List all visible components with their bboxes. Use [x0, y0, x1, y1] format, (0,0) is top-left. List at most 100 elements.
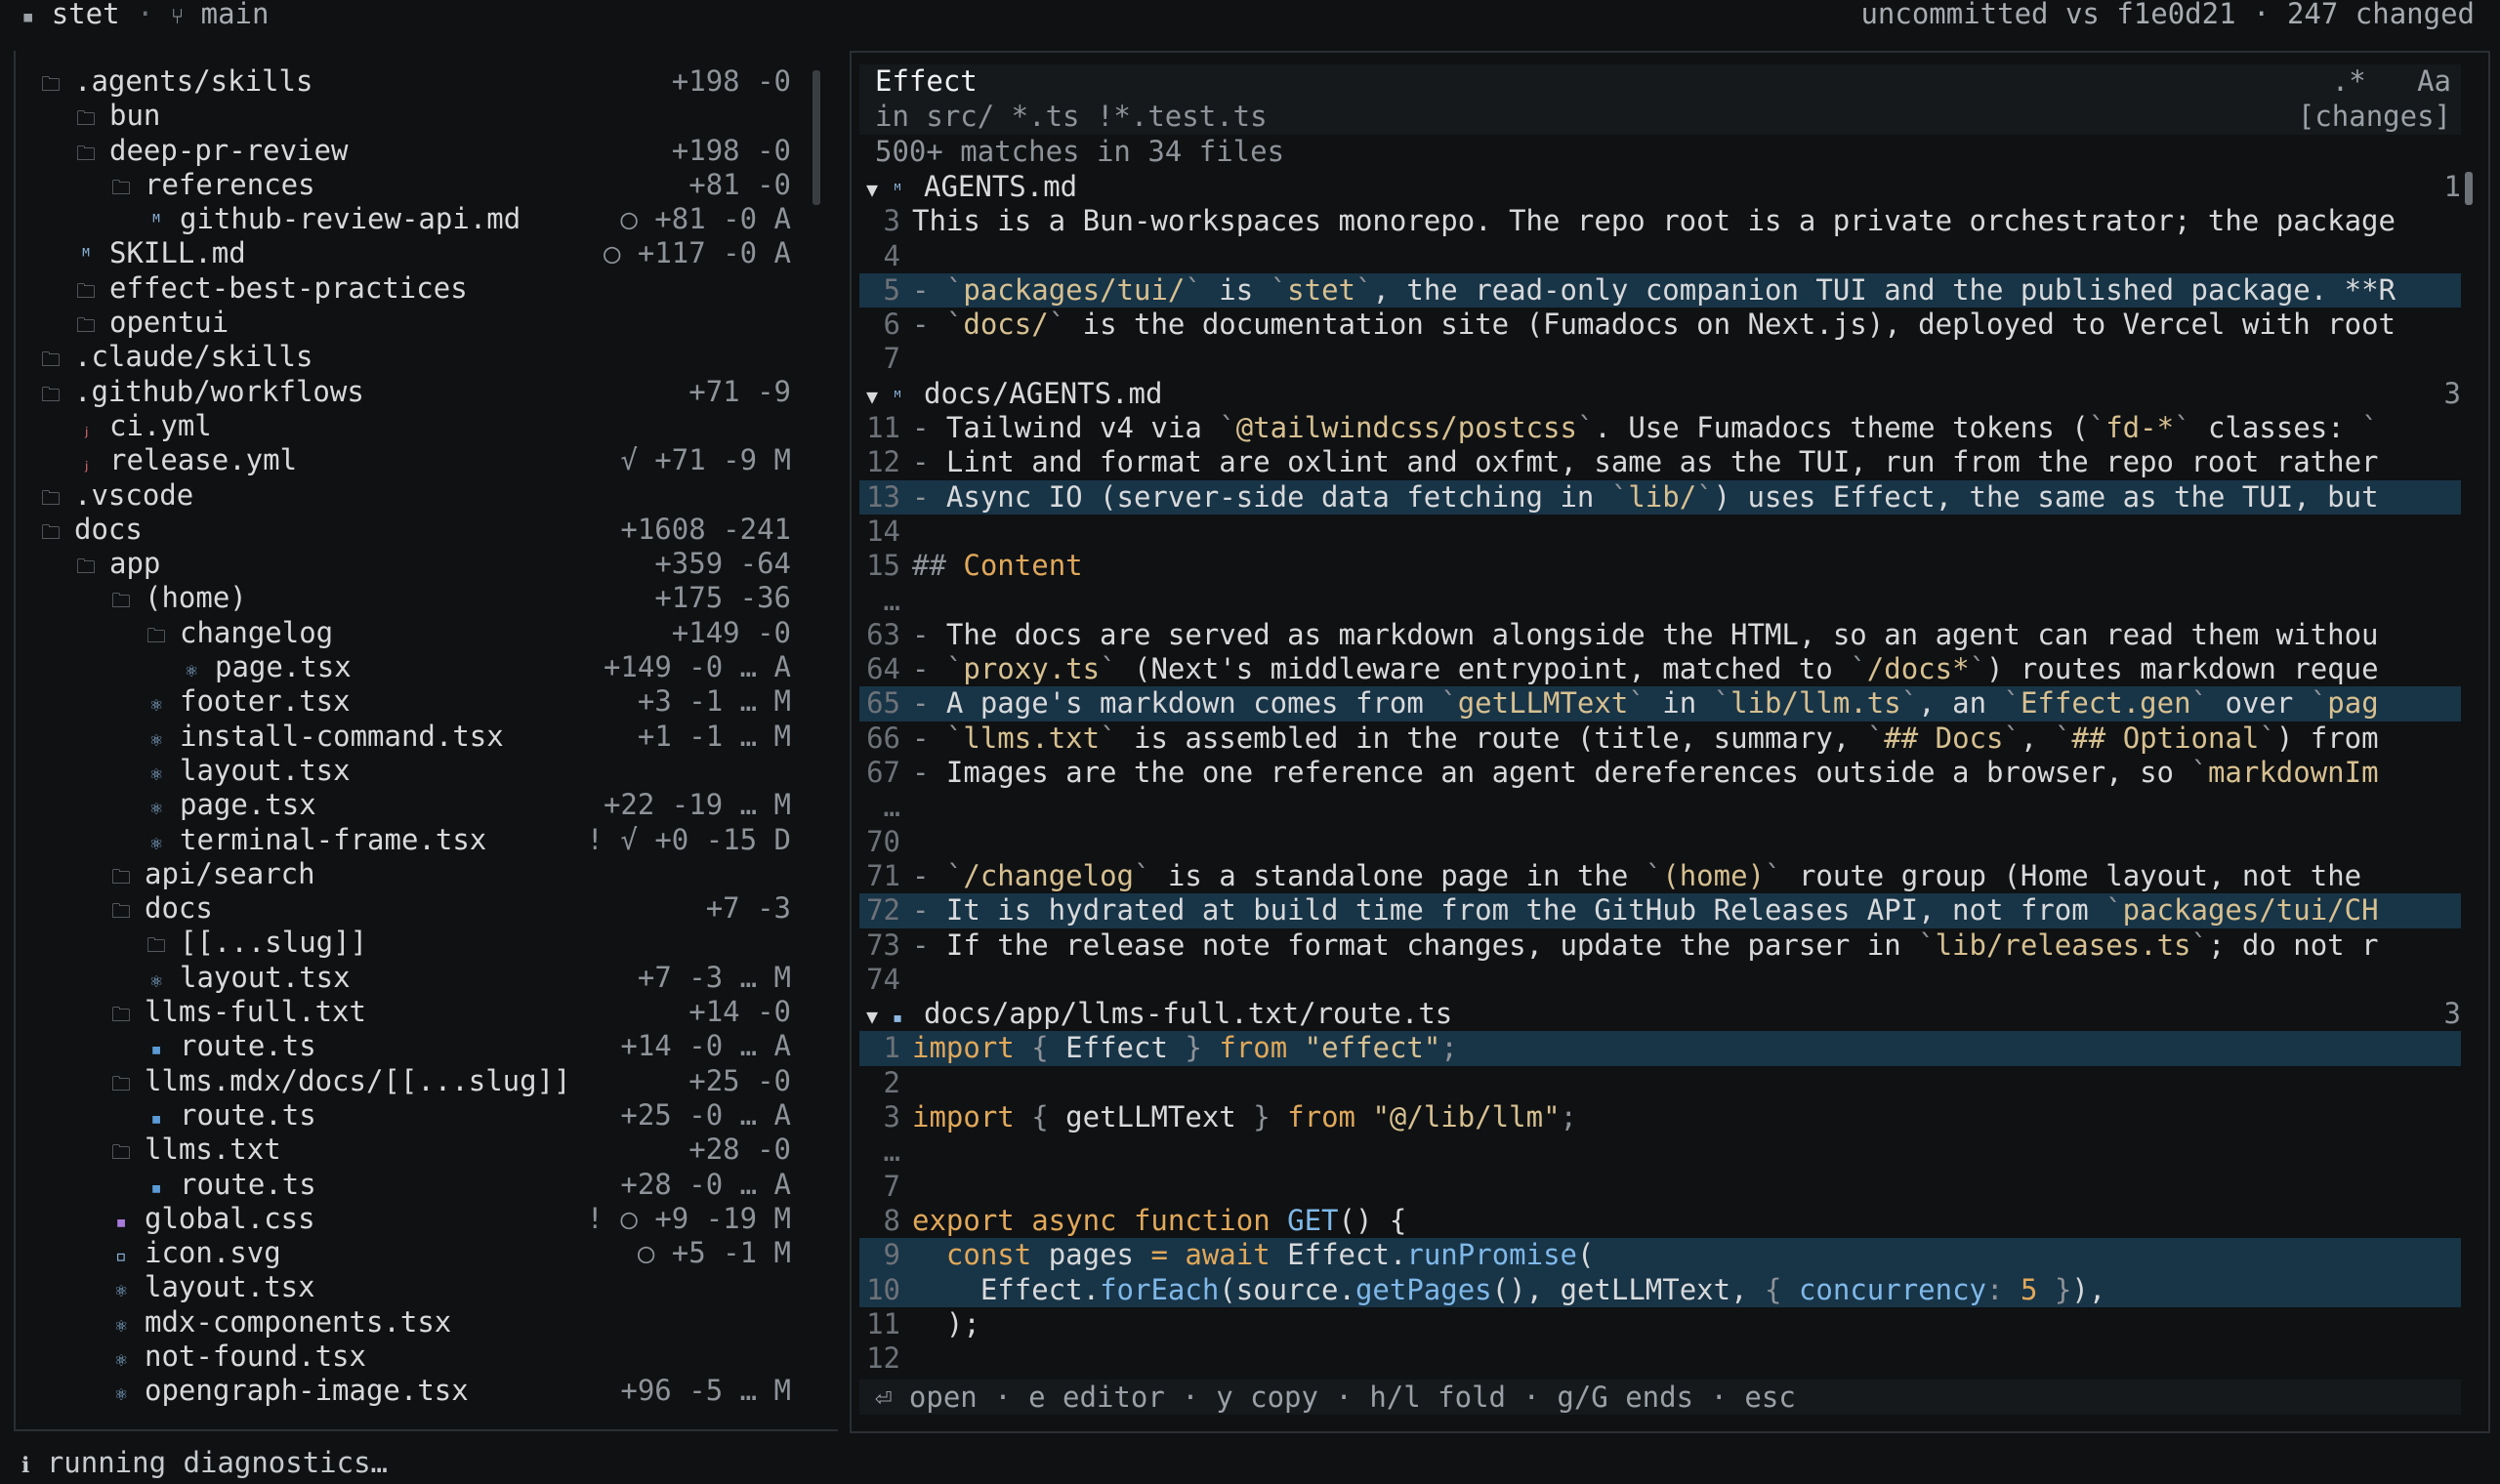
tree-folder[interactable]: 🗀 .vscode	[39, 478, 791, 513]
tree-file[interactable]: ⚛ mdx-components.tsx	[39, 1305, 791, 1340]
tree-file[interactable]: ⱼ release.yml √ +71 -9 M	[39, 443, 791, 477]
tree-folder[interactable]: 🗀 (home) +175 -36	[39, 581, 791, 615]
tree-folder[interactable]: 🗀 llms.mdx/docs/[[...slug]] +25 -0	[39, 1064, 791, 1098]
tree-folder[interactable]: 🗀 llms.txt +28 -0	[39, 1133, 791, 1167]
tree-folder[interactable]: 🗀 docs +1608 -241	[39, 513, 791, 547]
tree-item-stat: +71 -9	[688, 374, 791, 408]
result-line[interactable]: 7	[859, 342, 2461, 376]
changes-filter[interactable]: [changes]	[2298, 100, 2451, 133]
result-line[interactable]: 1 import { Effect } from "effect";	[859, 1031, 2461, 1066]
result-line[interactable]: 9 const pages = await Effect.runPromise(	[859, 1238, 2461, 1273]
result-line[interactable]: 72 - It is hydrated at build time from th…	[859, 893, 2461, 928]
tree-file[interactable]: ▪ global.css ! ○ +9 -19 M	[39, 1202, 791, 1236]
tree-folder[interactable]: 🗀 llms-full.txt +14 -0	[39, 995, 791, 1029]
result-line[interactable]: 11 );	[859, 1307, 2461, 1341]
result-line[interactable]: 10 Effect.forEach(source.getPages(), get…	[859, 1272, 2461, 1307]
result-line[interactable]: 3 import { getLLMText } from "@/lib/llm";	[859, 1100, 2461, 1134]
tree-folder[interactable]: 🗀 .claude/skills	[39, 340, 791, 374]
result-line[interactable]: 5 - `packages/tui/` is `stet`, the read-o…	[859, 272, 2461, 309]
result-file-header[interactable]: ▼ ᴹ docs/AGENTS.md 3	[859, 377, 2461, 411]
result-line[interactable]: 4	[859, 239, 2461, 273]
tree-folder[interactable]: 🗀 references +81 -0	[39, 168, 791, 202]
fold-chevron-icon[interactable]: ▼	[859, 173, 885, 204]
result-line[interactable]: 65 - A page's markdown comes from `getLLM…	[859, 686, 2461, 721]
result-line[interactable]: 64 - `proxy.ts` (Next's middleware entryp…	[859, 652, 2461, 686]
search-scope[interactable]: in src/ *.ts !*.test.ts	[875, 100, 1268, 133]
regex-toggle[interactable]: .*	[2332, 64, 2366, 98]
tree-folder[interactable]: 🗀 effect-best-practices	[39, 271, 791, 306]
line-number: 73	[866, 928, 900, 962]
fold-chevron-icon[interactable]: ▼	[859, 380, 885, 411]
result-line[interactable]: 15 ## Content	[859, 549, 2461, 583]
result-gap[interactable]: …	[859, 790, 2461, 824]
tree-file[interactable]: ⚛ install-command.tsx +1 -1 … M	[39, 720, 791, 754]
tree-item-stat: +14 -0 … A	[620, 1029, 791, 1063]
folder-icon: 🗀	[41, 348, 61, 372]
tree-file[interactable]: ⚛ page.tsx +149 -0 … A	[39, 650, 791, 684]
tree-item-name: docs	[145, 891, 213, 926]
result-line[interactable]: 12	[859, 1341, 2461, 1376]
result-file-name: docs/AGENTS.md	[924, 376, 1163, 410]
result-line[interactable]: 11 - Tailwind v4 via `@tailwindcss/postcs…	[859, 411, 2461, 445]
tree-folder[interactable]: 🗀 app +359 -64	[39, 547, 791, 581]
tree-folder[interactable]: 🗀 changelog +149 -0	[39, 616, 791, 650]
case-toggle[interactable]: Aa	[2417, 64, 2451, 98]
app-name: stet	[51, 0, 120, 30]
results-scrollbar[interactable]	[2465, 172, 2473, 205]
result-gap[interactable]: …	[859, 584, 2461, 618]
result-gap[interactable]: …	[859, 1134, 2461, 1169]
tree-folder[interactable]: 🗀 .github/workflows +71 -9	[39, 375, 791, 409]
result-line[interactable]: 12 - Lint and format are oxlint and oxfmt…	[859, 445, 2461, 479]
result-file-header[interactable]: ▼ ▪ docs/app/llms-full.txt/route.ts 3	[859, 997, 2461, 1031]
tree-file[interactable]: ᴹ SKILL.md ○ +117 -0 A	[39, 236, 791, 270]
result-line[interactable]: 7	[859, 1170, 2461, 1204]
search-query-input[interactable]: Effect	[875, 64, 978, 98]
tree-item-name: llms-full.txt	[145, 995, 366, 1029]
result-file-header[interactable]: ▼ ᴹ AGENTS.md 1	[859, 170, 2461, 204]
tree-file[interactable]: ▫ icon.svg ○ +5 -1 M	[39, 1236, 791, 1270]
tree-file[interactable]: ⚛ page.tsx +22 -19 … M	[39, 788, 791, 822]
result-line[interactable]: 3 This is a Bun-workspaces monorepo. The …	[859, 204, 2461, 238]
tree-folder[interactable]: 🗀 [[...slug]]	[39, 926, 791, 960]
fold-chevron-icon[interactable]: ▼	[859, 1000, 885, 1031]
tree-file[interactable]: ⚛ layout.tsx	[39, 754, 791, 788]
folder-icon: 🗀	[111, 1003, 131, 1027]
tree-file[interactable]: ⚛ footer.tsx +3 -1 … M	[39, 684, 791, 719]
result-line[interactable]: 6 - `docs/` is the documentation site (Fu…	[859, 308, 2461, 342]
folder-icon: 🗀	[111, 899, 131, 924]
tree-file[interactable]: ⚛ opengraph-image.tsx +96 -5 … M	[39, 1374, 791, 1408]
tree-file[interactable]: ▪ route.ts +14 -0 … A	[39, 1029, 791, 1063]
result-line[interactable]: 73 - If the release note format changes, …	[859, 928, 2461, 963]
tree-file[interactable]: ▪ route.ts +28 -0 … A	[39, 1168, 791, 1202]
tree-file[interactable]: ⚛ layout.tsx +7 -3 … M	[39, 961, 791, 995]
result-line[interactable]: 74	[859, 963, 2461, 997]
tree-file[interactable]: ⱼ ci.yml	[39, 409, 791, 443]
tree-folder[interactable]: 🗀 .agents/skills +198 -0	[39, 64, 791, 99]
tree-folder[interactable]: 🗀 api/search	[39, 857, 791, 891]
line-number: 67	[866, 756, 900, 790]
result-line[interactable]: 14	[859, 515, 2461, 549]
result-line[interactable]: 67 - Images are the one reference an agen…	[859, 756, 2461, 790]
tree-folder[interactable]: 🗀 opentui	[39, 306, 791, 340]
tree-file[interactable]: ᴹ github-review-api.md ○ +81 -0 A	[39, 202, 791, 236]
tree-folder[interactable]: 🗀 deep-pr-review +198 -0	[39, 134, 791, 168]
tree-item-name: references	[145, 167, 315, 201]
result-line[interactable]: 8 export async function GET() {	[859, 1204, 2461, 1238]
tree-folder[interactable]: 🗀 bun	[39, 99, 791, 133]
result-line[interactable]: 63 - The docs are served as markdown alon…	[859, 618, 2461, 652]
ts-file-icon: ▪	[149, 1037, 163, 1061]
result-line[interactable]: 2	[859, 1066, 2461, 1100]
tree-folder[interactable]: 🗀 docs +7 -3	[39, 891, 791, 926]
tree-file[interactable]: ⚛ terminal-frame.tsx ! √ +0 -15 D	[39, 823, 791, 857]
result-line[interactable]: 71 - `/changelog` is a standalone page in…	[859, 859, 2461, 893]
file-tree-scrollbar[interactable]	[812, 70, 820, 205]
tree-item-name: bun	[109, 99, 161, 133]
result-line[interactable]: 13 - Async IO (server-side data fetching …	[859, 479, 2461, 515]
result-line[interactable]: 66 - `llms.txt` is assembled in the route…	[859, 721, 2461, 756]
tree-item-stat: +28 -0	[688, 1133, 791, 1167]
result-line[interactable]: 70	[859, 825, 2461, 859]
tree-file[interactable]: ⚛ layout.tsx	[39, 1270, 791, 1304]
tree-file[interactable]: ⚛ not-found.tsx	[39, 1340, 791, 1374]
tree-file[interactable]: ▪ route.ts +25 -0 … A	[39, 1098, 791, 1133]
folder-icon: 🗀	[41, 519, 61, 544]
